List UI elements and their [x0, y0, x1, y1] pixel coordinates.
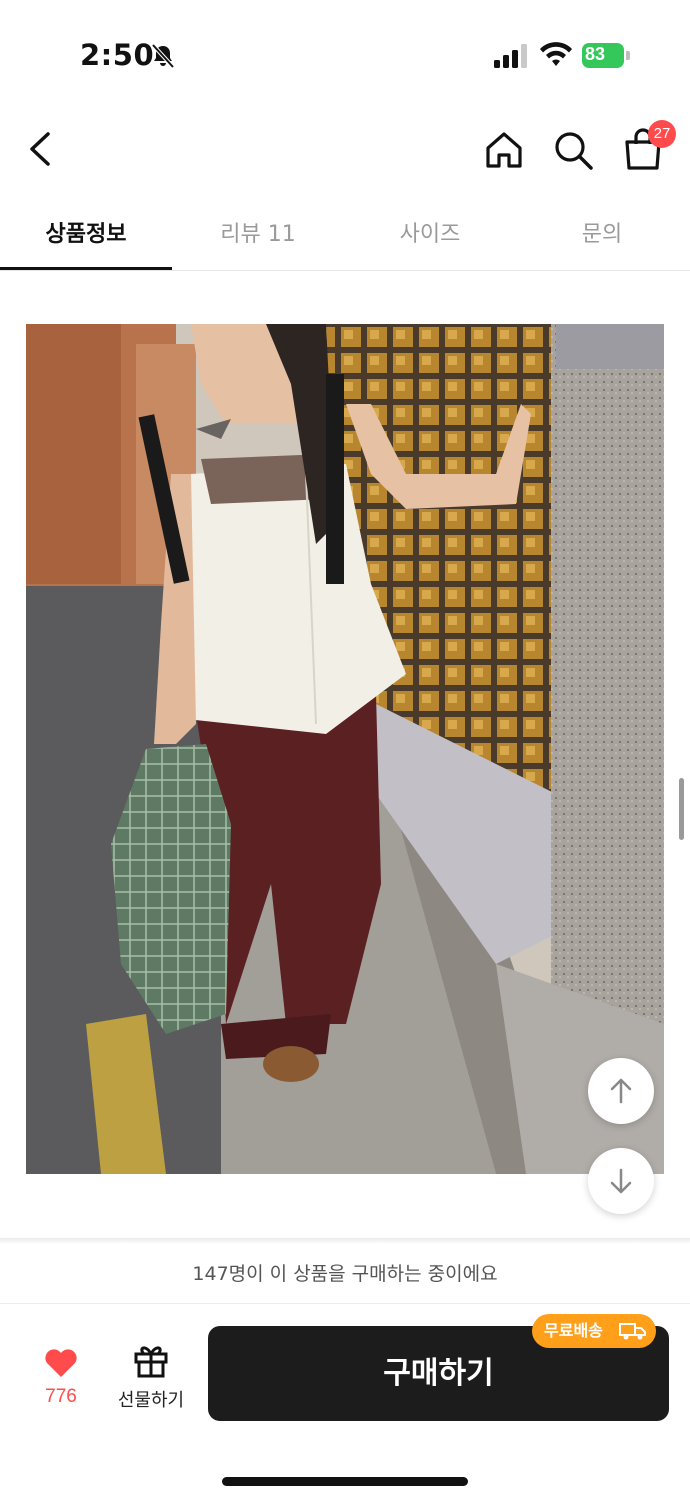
- tab-size[interactable]: 사이즈: [344, 216, 516, 248]
- gift-button[interactable]: 선물하기: [112, 1342, 190, 1414]
- free-shipping-badge: 무료배송: [532, 1314, 656, 1348]
- arrow-down-icon: [610, 1168, 632, 1194]
- status-bar: 2:50 83: [0, 0, 690, 100]
- arrow-up-icon: [610, 1078, 632, 1104]
- like-button[interactable]: 776: [30, 1344, 92, 1416]
- product-tabs: 상품정보 리뷰 11 사이즈 문의: [0, 200, 690, 271]
- top-nav: [0, 110, 690, 190]
- scroll-down-button[interactable]: [588, 1148, 654, 1214]
- product-photo: [26, 324, 664, 1174]
- cart-count-badge: 27: [648, 120, 676, 148]
- bell-off-icon: [151, 43, 175, 69]
- wifi-icon: [540, 42, 572, 66]
- bottom-action-bar: 776 선물하기 구매하기 무료배송: [0, 1304, 690, 1500]
- scrollbar-thumb[interactable]: [679, 778, 684, 840]
- battery-level: 83: [585, 44, 606, 64]
- gift-icon: [134, 1346, 168, 1378]
- free-shipping-label: 무료배송: [544, 1321, 603, 1340]
- like-count: 776: [45, 1386, 77, 1407]
- tab-reviews[interactable]: 리뷰 11: [172, 216, 344, 248]
- buyers-banner: 147명이 이 상품을 구매하는 중이에요: [0, 1244, 690, 1304]
- home-icon[interactable]: [482, 128, 526, 172]
- heart-icon: [45, 1349, 77, 1377]
- gift-label: 선물하기: [117, 1390, 185, 1411]
- search-icon[interactable]: [551, 128, 595, 172]
- battery-indicator: 83: [582, 43, 630, 68]
- status-time: 2:50: [80, 38, 155, 72]
- tab-inquiry[interactable]: 문의: [516, 216, 688, 248]
- scroll-up-button[interactable]: [588, 1058, 654, 1124]
- signal-icon: [494, 44, 527, 68]
- truck-icon: [619, 1323, 646, 1340]
- tab-active-indicator: [0, 267, 172, 270]
- tab-product-info[interactable]: 상품정보: [0, 216, 172, 248]
- chevron-left-icon[interactable]: [22, 128, 62, 170]
- home-indicator[interactable]: [222, 1477, 468, 1486]
